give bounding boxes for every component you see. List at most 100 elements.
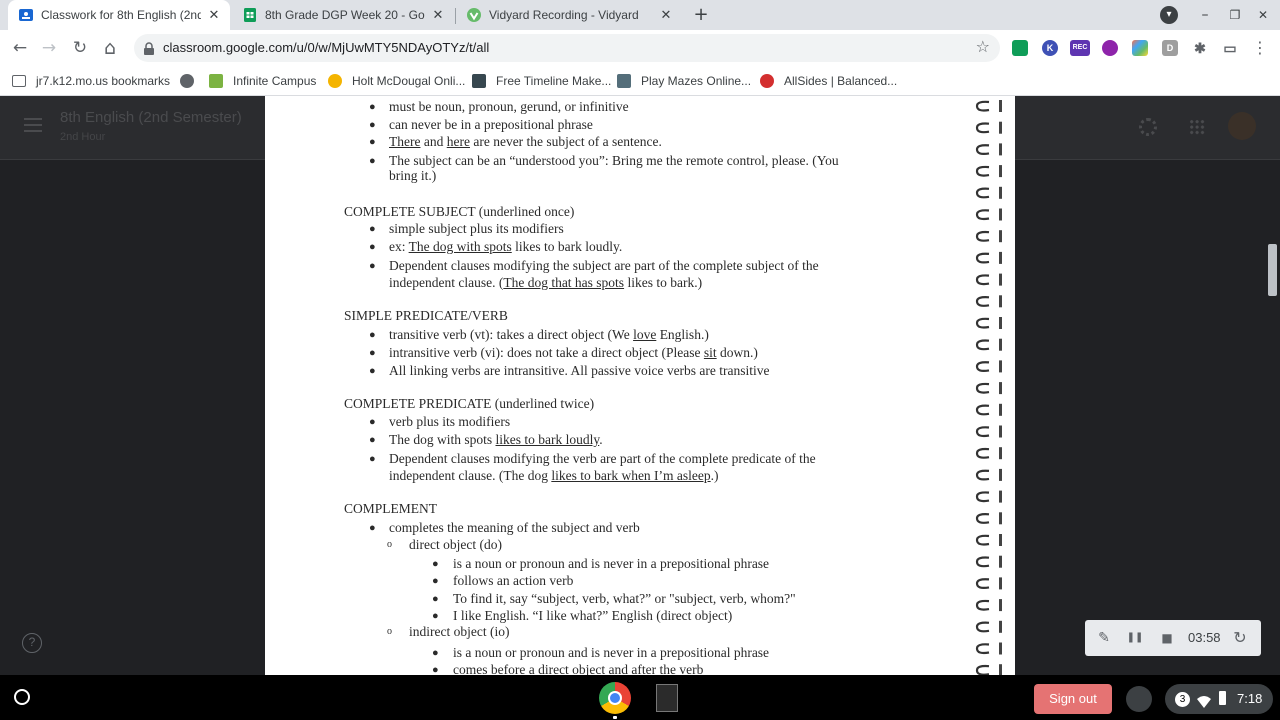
status-tray[interactable]: 3 7:18: [1165, 684, 1273, 714]
heading-text: COMPLEMENT: [344, 501, 438, 516]
sub-heading-text: indirect object (io): [409, 624, 510, 639]
draw-pen-icon[interactable]: ✎: [1095, 629, 1113, 647]
binding-hole: [999, 468, 1002, 481]
chrome-menu-button[interactable]: ⋮: [1249, 37, 1271, 59]
heading-text: SIMPLE PREDICATE/VERB: [344, 308, 508, 323]
launcher-button[interactable]: [14, 689, 30, 705]
back-button[interactable]: ←: [9, 37, 31, 59]
bookmark-folder[interactable]: jr7.k12.mo.us bookmarks: [12, 72, 170, 90]
bookmark-label: Play Mazes Online...: [641, 74, 752, 88]
close-tab-icon[interactable]: ✕: [658, 7, 674, 23]
close-tab-icon[interactable]: ✕: [430, 7, 446, 23]
d-extension-icon[interactable]: D: [1162, 40, 1178, 56]
binding-hole: [999, 208, 1002, 221]
bullet-dot: ●: [432, 610, 439, 622]
k-extension-icon[interactable]: K: [1042, 40, 1058, 56]
bullet-dot: ●: [369, 136, 376, 148]
close-window-button[interactable]: ✕: [1254, 6, 1272, 24]
rec-extension-icon[interactable]: REC: [1070, 40, 1090, 56]
bookmark-holt-mcdougal[interactable]: Holt McDougal Onli...: [328, 72, 465, 90]
flower-extension-icon[interactable]: [1102, 40, 1118, 56]
binding-ring: [975, 122, 990, 134]
calculator-app-icon[interactable]: [656, 684, 678, 712]
restart-icon[interactable]: ↻: [1231, 629, 1249, 647]
bullet-dot: ●: [369, 223, 376, 235]
minimize-button[interactable]: –: [1196, 6, 1214, 24]
puzzle-extension-icon[interactable]: ✱: [1192, 40, 1208, 56]
bullet-dot: ●: [369, 347, 376, 359]
section-heading: COMPLETE PREDICATE (underlined twice): [344, 396, 594, 412]
section-heading: COMPLEMENT: [344, 501, 437, 517]
help-button[interactable]: ?: [22, 633, 42, 653]
sheets-extension-icon[interactable]: [1012, 40, 1028, 56]
tab-classwork[interactable]: Classwork for 8th English (2nd S ✕: [8, 0, 230, 30]
globe-icon: [180, 74, 194, 88]
avatar[interactable]: [1228, 112, 1256, 140]
bullet-text: must be noun, pronoun, gerund, or infini…: [389, 99, 629, 114]
colorful-extension-icon[interactable]: [1132, 40, 1148, 56]
address-bar[interactable]: classroom.google.com/u/0/w/MjUwMTY5NDAyO…: [134, 34, 1000, 62]
capture-mode-icon[interactable]: [1126, 686, 1152, 712]
reload-button[interactable]: ↻: [69, 37, 91, 59]
binding-hole: [999, 577, 1002, 590]
bullet-text: The dog with spots likes to bark loudly.: [389, 432, 603, 448]
hamburger-menu-icon[interactable]: [24, 118, 42, 132]
new-tab-button[interactable]: +: [692, 6, 710, 24]
continuation-text: independent clause. (The dog likes to ba…: [389, 468, 719, 484]
google-classroom-icon: [18, 7, 34, 23]
bullet-dot: ●: [369, 119, 376, 131]
bookmark-timeline[interactable]: Free Timeline Make...: [472, 72, 611, 90]
home-button[interactable]: ⌂: [99, 37, 121, 59]
bullet-text: All linking verbs are intransitive. All …: [389, 363, 770, 378]
bookmark-infinite-campus[interactable]: Infinite Campus: [209, 72, 316, 90]
binding-hole: [999, 534, 1002, 546]
binding-ring: [975, 144, 990, 155]
binding-ring: [975, 209, 990, 221]
page-scrollbar[interactable]: [1268, 244, 1277, 296]
url-text[interactable]: classroom.google.com/u/0/w/MjUwMTY5NDAyO…: [163, 40, 489, 55]
settings-gear-icon[interactable]: [1139, 118, 1157, 136]
lock-icon[interactable]: [143, 41, 155, 60]
sub-bullet-text: follows an action verb: [453, 573, 574, 588]
bullet-dot: ●: [369, 101, 376, 113]
sign-out-button[interactable]: Sign out: [1034, 684, 1112, 714]
tab-title: 8th Grade DGP Week 20 - Google: [265, 8, 425, 22]
course-title[interactable]: 8th English (2nd Semester): [60, 109, 242, 126]
tab-dgp-week[interactable]: 8th Grade DGP Week 20 - Google ✕: [232, 0, 454, 30]
chrome-app-icon[interactable]: [599, 682, 631, 714]
restore-button[interactable]: ❐: [1226, 6, 1244, 24]
apps-grid-icon[interactable]: [1189, 119, 1205, 135]
binding-hole: [999, 360, 1002, 373]
heading-text: COMPLETE PREDICATE: [344, 396, 492, 411]
binding-ring: [975, 556, 990, 568]
bookmark-star-icon[interactable]: ☆: [976, 37, 990, 56]
continuation-text: bring it.): [389, 168, 437, 183]
recording-controls: ✎ ❚❚ ■ 03:58 ↻: [1085, 620, 1261, 656]
text-segment: .: [599, 432, 603, 447]
binding-hole: [999, 100, 1002, 112]
browser-toolbar: ← → ↻ ⌂ classroom.google.com/u/0/w/MjUwM…: [0, 30, 1280, 66]
binding-ring: [975, 187, 990, 199]
tab-vidyard[interactable]: Vidyard Recording - Vidyard ✕: [456, 0, 682, 30]
binding-ring: [975, 382, 990, 394]
cast-extension-icon[interactable]: ▭: [1222, 40, 1238, 56]
binding-hole: [999, 273, 1002, 286]
bookmark-globe[interactable]: [180, 72, 204, 90]
bullet-dot: ●: [432, 664, 439, 675]
underlined-text: likes to bark loudly: [495, 432, 600, 447]
stop-icon[interactable]: ■: [1158, 629, 1176, 647]
bullet-dot: ●: [432, 593, 439, 605]
underlined-text: here: [446, 134, 470, 149]
document-viewer: ● must be noun, pronoun, gerund, or infin…: [265, 96, 1015, 675]
text-segment: English.): [656, 327, 709, 342]
text-segment: likes to bark.): [624, 275, 703, 290]
tab-search-button[interactable]: ▾: [1160, 6, 1178, 24]
forward-button[interactable]: →: [38, 37, 60, 59]
bookmark-label: jr7.k12.mo.us bookmarks: [36, 74, 171, 88]
binding-ring: [975, 274, 990, 286]
bookmark-allsides[interactable]: AllSides | Balanced...: [760, 72, 897, 90]
close-tab-icon[interactable]: ✕: [206, 7, 222, 23]
bookmark-mazes[interactable]: Play Mazes Online...: [617, 72, 751, 90]
pause-icon[interactable]: ❚❚: [1126, 629, 1144, 647]
binding-ring: [975, 100, 990, 112]
